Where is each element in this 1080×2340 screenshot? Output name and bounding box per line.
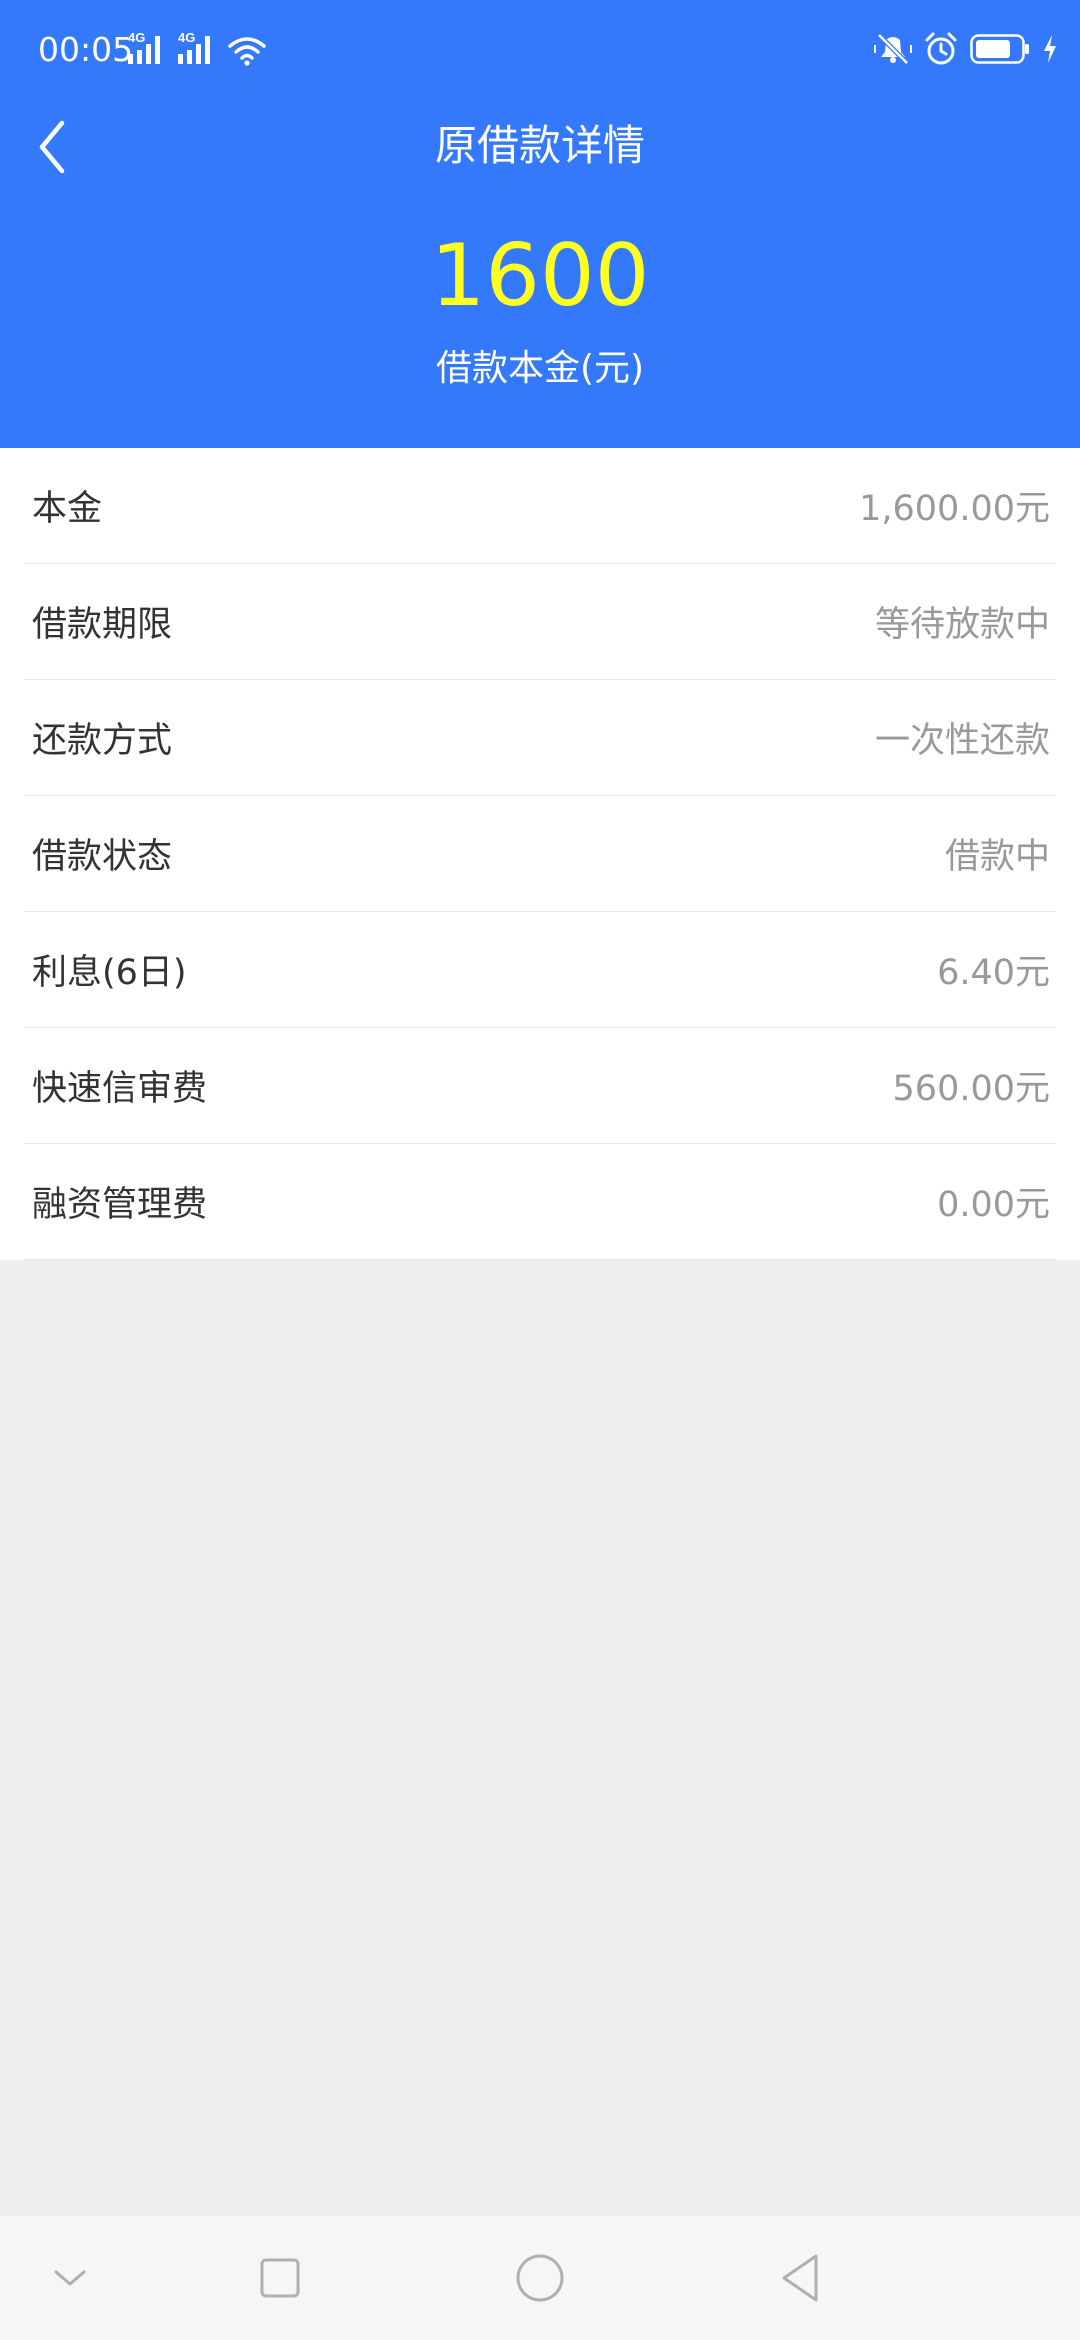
page-title: 原借款详情 (434, 121, 645, 170)
detail-row-review-fee: 快速信审费 560.00元 (24, 1028, 1056, 1144)
detail-value: 一次性还款 (874, 721, 1050, 761)
square-icon (260, 2258, 300, 2298)
detail-row-status: 借款状态 借款中 (24, 796, 1056, 912)
nav-bar: 原借款详情 (0, 104, 1080, 188)
status-right-icons (874, 32, 1058, 66)
detail-row-principal: 本金 1,600.00元 (24, 448, 1056, 564)
charging-icon (1042, 34, 1058, 64)
detail-value: 1,600.00元 (859, 489, 1050, 529)
status-left-icons: 4G 4G (128, 30, 266, 66)
battery-icon (970, 33, 1030, 65)
home-button[interactable] (510, 2216, 570, 2340)
detail-label: 借款状态 (32, 837, 173, 877)
signal-4g-icon: 4G (128, 30, 168, 66)
back-nav-button[interactable] (770, 2216, 830, 2340)
detail-label: 利息(6日) (32, 953, 187, 993)
detail-label: 快速信审费 (32, 1069, 208, 1109)
detail-value: 0.00元 (937, 1185, 1050, 1225)
detail-label: 本金 (32, 489, 103, 529)
hide-nav-button[interactable] (40, 2216, 100, 2340)
detail-row-repayment-method: 还款方式 一次性还款 (24, 680, 1056, 796)
system-navigation-bar (0, 2216, 1080, 2340)
detail-value: 6.40元 (937, 953, 1050, 993)
status-bar: 00:05 4G 4G (0, 0, 1080, 104)
alarm-icon (924, 32, 958, 66)
mute-icon (874, 32, 912, 66)
chevron-left-icon (39, 120, 65, 174)
header: 00:05 4G 4G 原借款详情 1600 借款本金(元) (0, 0, 1080, 448)
detail-label: 借款期限 (32, 605, 173, 645)
detail-label: 还款方式 (32, 721, 173, 761)
recent-apps-button[interactable] (250, 2216, 310, 2340)
detail-label: 融资管理费 (32, 1185, 208, 1225)
loan-details-list: 本金 1,600.00元 借款期限 等待放款中 还款方式 一次性还款 借款状态 … (0, 448, 1080, 1260)
triangle-back-icon (782, 2254, 818, 2302)
wifi-icon (228, 36, 266, 66)
loan-detail-screen: 00:05 4G 4G 原借款详情 1600 借款本金(元) 本金 1,600.… (0, 0, 1080, 2340)
loan-amount: 1600 (430, 226, 650, 326)
detail-row-interest: 利息(6日) 6.40元 (24, 912, 1056, 1028)
circle-icon (516, 2254, 564, 2302)
chevron-down-icon (54, 2270, 86, 2286)
detail-value: 等待放款中 (874, 605, 1050, 645)
detail-value: 560.00元 (892, 1069, 1050, 1109)
detail-row-management-fee: 融资管理费 0.00元 (24, 1144, 1056, 1260)
status-time: 00:05 (38, 30, 134, 69)
back-button[interactable] (22, 112, 82, 182)
signal-4g-icon: 4G (178, 30, 218, 66)
loan-amount-label: 借款本金(元) (435, 348, 645, 389)
detail-row-term: 借款期限 等待放款中 (24, 564, 1056, 680)
detail-value: 借款中 (944, 837, 1050, 877)
